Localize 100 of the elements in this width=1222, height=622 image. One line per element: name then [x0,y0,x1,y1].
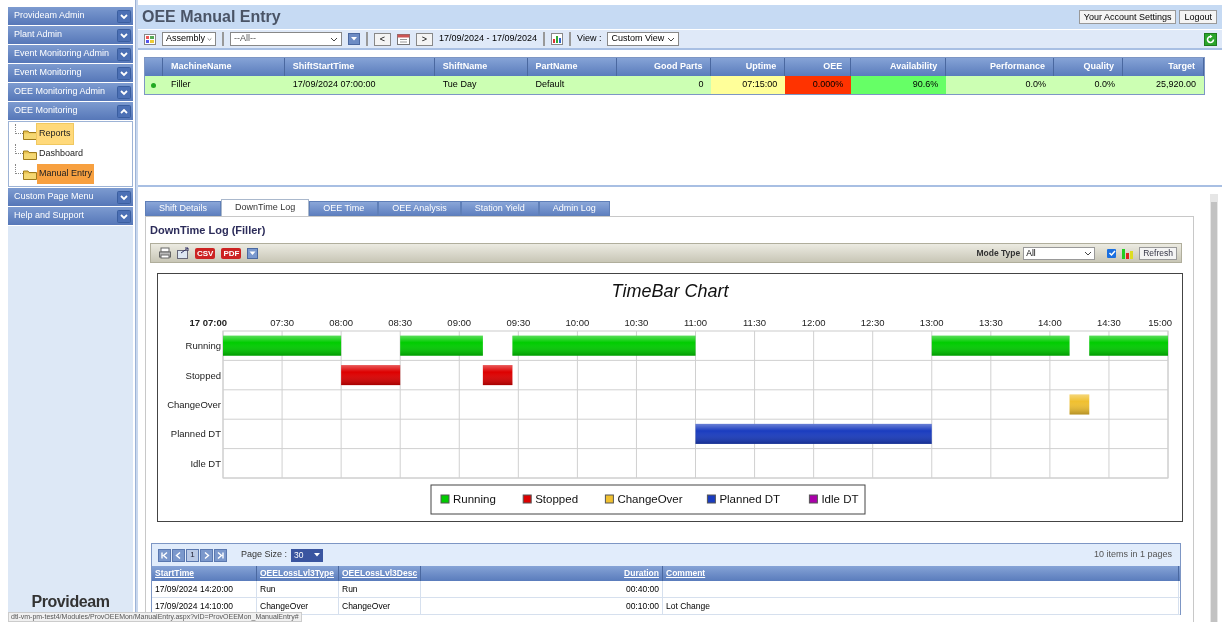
column-header[interactable]: OEELossLvl3Desc [339,566,421,581]
legend-label: Stopped [535,493,579,505]
time-label: 14:30 [1097,317,1121,328]
legend-label: Planned DT [719,493,781,505]
last-page-icon[interactable] [214,548,227,562]
folder-icon [23,148,37,160]
lane-label: Running [185,340,221,352]
logo: Provideam [31,592,110,612]
refresh-icon[interactable] [1204,32,1217,46]
header-button[interactable]: Your Account Settings [1078,10,1177,24]
tab[interactable]: DownTime Log [221,199,310,216]
next-button[interactable]: > [416,32,433,46]
mode-type-select[interactable]: All [1023,246,1096,260]
chart-title: TimeBar Chart [611,281,729,301]
tab[interactable]: Admin Log [538,201,610,216]
sidebar-menu-item[interactable]: OEE Monitoring [8,102,133,120]
previous-page-icon[interactable] [172,548,185,562]
chart-icon[interactable] [551,33,564,45]
legend-label: ChangeOver [617,493,683,505]
sidebar-menu-item[interactable]: Provideam Admin [8,7,133,25]
check-icon [1107,249,1116,257]
expand-icon[interactable] [117,190,131,204]
time-label: 13:30 [978,317,1003,328]
sidebar-menu-item[interactable]: Plant Admin [8,26,133,44]
table-cell: Lot Change [666,599,710,613]
filter-select[interactable]: --All-- [230,32,342,46]
table-cell: 17/09/2024 14:10:00 [155,599,233,613]
lane-label: Stopped [185,369,221,381]
section-title: DownTime Log (Filler) [150,222,267,238]
grid-icon[interactable] [144,33,156,45]
filter-icon[interactable] [348,33,360,45]
time-label: 07:30 [270,317,294,328]
table-cell: 17/09/2024 14:20:00 [155,582,233,596]
area-select[interactable]: Assembly [162,32,216,46]
next-page-icon[interactable] [200,548,213,562]
lane-label: Idle DT [190,457,221,469]
folder-icon [23,168,37,180]
mode-type-label: Mode Type [976,246,1021,260]
page-size-select[interactable]: 30 [291,548,324,562]
expand-icon[interactable] [117,9,131,23]
time-label: 17 07:00 [189,317,227,328]
checkbox[interactable] [1107,248,1117,258]
sidebar-menu-item[interactable]: Event Monitoring [8,64,133,82]
view-select[interactable]: Custom View [607,32,680,46]
export-icon[interactable] [177,247,189,259]
tree-item[interactable]: Dashboard [37,144,86,164]
filter-icon[interactable] [247,247,259,259]
table-cell: 00:40:00 [625,582,659,596]
tree-item[interactable]: Manual Entry [37,164,95,184]
time-label: 09:00 [447,317,472,328]
table-cell: 00:10:00 [625,599,659,613]
export-badge[interactable]: PDF [221,247,242,259]
bar-chart-icon[interactable] [1122,247,1134,259]
tab[interactable]: OEE Analysis [378,201,461,216]
time-label: 13:00 [919,317,944,328]
export-badge[interactable]: CSV [195,247,216,259]
time-label: 10:00 [565,317,590,328]
column-header[interactable]: Comment [663,566,1179,581]
lane-label: ChangeOver [167,399,221,410]
legend-label: Idle DT [821,493,859,505]
header-button[interactable]: Logout [1179,10,1217,24]
refresh-button[interactable]: Refresh [1139,246,1177,260]
first-page-icon[interactable] [158,548,171,562]
time-label: 12:00 [801,317,826,328]
sidebar-menu-item[interactable]: OEE Monitoring Admin [8,83,133,101]
previous-button[interactable]: < [374,32,391,46]
expand-icon[interactable] [117,66,131,80]
scrollbar[interactable] [1210,194,1218,622]
page-button[interactable]: 1 [186,548,199,562]
sidebar-menu-item[interactable]: Event Monitoring Admin [8,45,133,63]
time-label: 10:30 [624,317,649,328]
sidebar-menu-item[interactable]: Help and Support [8,207,133,225]
lane-label: Planned DT [170,428,221,440]
time-label: 09:30 [506,317,531,328]
pager-summary: 10 items in 1 pages [1093,548,1172,562]
caret-icon [330,36,338,42]
time-label: 12:30 [860,317,885,328]
expand-icon[interactable] [117,28,131,42]
expand-icon[interactable] [117,47,131,61]
table-cell: 0.000% [785,76,852,94]
caret-icon [1084,250,1093,256]
sidebar-menu-item[interactable]: Custom Page Menu [8,188,133,206]
expand-icon[interactable] [117,209,131,223]
column-header[interactable]: Duration [421,566,663,581]
tab[interactable]: Station Yield [460,201,539,216]
tab[interactable]: Shift Details [145,201,222,216]
column-header[interactable]: OEELossLvl3Type [257,566,339,581]
print-icon[interactable] [159,247,171,259]
tree-item[interactable]: Reports [37,124,73,144]
column-header[interactable]: StartTime [152,566,257,581]
time-label: 14:00 [1038,317,1062,328]
time-label: 11:30 [743,317,767,328]
caret-icon [207,36,212,42]
expand-icon[interactable] [117,85,131,99]
caret-icon [667,36,676,42]
table-cell: ChangeOver [260,599,309,613]
calendar-icon[interactable] [397,33,410,45]
collapse-icon[interactable] [117,104,131,118]
tab[interactable]: OEE Time [309,201,379,216]
table-cell: 90.6% [851,76,947,94]
